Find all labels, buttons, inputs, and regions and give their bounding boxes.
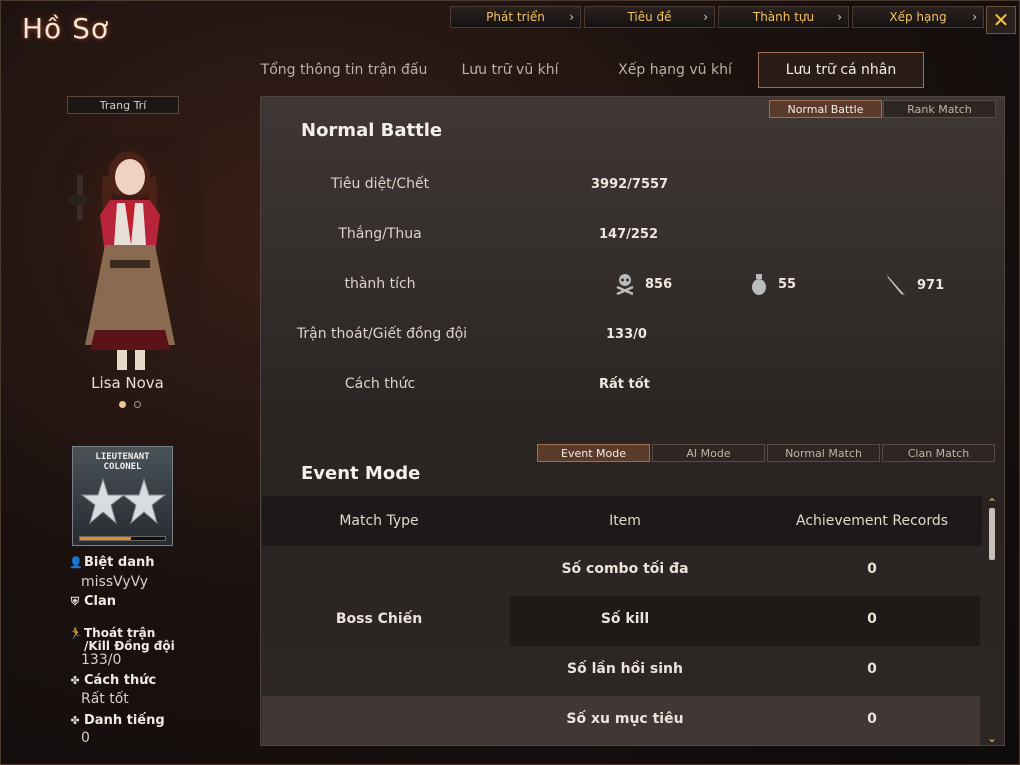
achievement-skull: 856 bbox=[615, 273, 672, 295]
event-mode-tab[interactable]: Event Mode bbox=[537, 444, 650, 462]
tab-weapon-ranking[interactable]: Xếp hạng vũ khí bbox=[605, 52, 745, 88]
scroll-up-icon[interactable]: ⌃ bbox=[985, 497, 999, 509]
achievement-label: thành tích bbox=[344, 276, 416, 292]
chevron-right-icon: › bbox=[569, 10, 574, 24]
fame-value: 0 bbox=[81, 730, 90, 746]
close-button[interactable]: ✕ bbox=[986, 6, 1016, 34]
kd-label: Tiêu diệt/Chết bbox=[330, 176, 430, 192]
rank-line-2: COLONEL bbox=[103, 462, 142, 472]
wl-label: Thắng/Thua bbox=[338, 226, 422, 242]
nickname-label-row: 👤 Biệt danh bbox=[69, 555, 155, 570]
clan-label-row: ⛨ Clan bbox=[69, 594, 116, 609]
record-cell: 0 bbox=[867, 661, 877, 677]
rank-match-toggle[interactable]: Rank Match bbox=[883, 100, 996, 118]
column-header-achievement: Achievement Records bbox=[795, 513, 949, 529]
desert-label-row: 🏃 Thoát trận/Kill Đồng đội bbox=[69, 627, 175, 653]
tab-weapon-records[interactable]: Lưu trữ vũ khí bbox=[440, 52, 580, 88]
user-icon: 👤 bbox=[69, 556, 83, 569]
develop-label: Phát triển bbox=[486, 10, 545, 24]
carousel-dot-active[interactable] bbox=[119, 401, 126, 408]
star-insignia-icon bbox=[81, 477, 166, 525]
record-cell: 0 bbox=[867, 711, 877, 727]
nickname-value: missVyVy bbox=[81, 574, 149, 590]
record-cell: 0 bbox=[867, 561, 877, 577]
character-name: Lisa Nova bbox=[91, 374, 164, 392]
scroll-down-icon[interactable]: ⌄ bbox=[985, 732, 999, 744]
wl-value: 147/252 bbox=[599, 227, 659, 242]
title-button[interactable]: Tiêu đề › bbox=[584, 6, 715, 28]
achievement-knife: 971 bbox=[885, 273, 944, 297]
table-scrollbar[interactable]: ⌃ ⌄ bbox=[985, 497, 999, 746]
item-cell: Số combo tối đa bbox=[561, 561, 689, 577]
rank-badge: LIEUTENANT COLONEL bbox=[72, 446, 173, 546]
record-cell: 0 bbox=[867, 611, 877, 627]
clan-icon: ⛨ bbox=[70, 594, 80, 608]
normal-match-tab[interactable]: Normal Match bbox=[767, 444, 880, 462]
skull-crossbones-icon bbox=[616, 274, 634, 295]
achievement-grenade: 55 bbox=[750, 273, 796, 295]
grenade-icon bbox=[752, 274, 766, 295]
stats-panel bbox=[260, 96, 1005, 746]
style-stat-label: Cách thức bbox=[344, 376, 416, 392]
item-cell: Số kill bbox=[600, 611, 650, 627]
knife-icon bbox=[887, 275, 905, 295]
clover-icon: ✤ bbox=[70, 714, 80, 727]
chevron-right-icon: › bbox=[972, 10, 977, 24]
close-icon: ✕ bbox=[992, 8, 1010, 32]
fame-label-row: ✤ Danh tiếng bbox=[69, 713, 165, 728]
achievement-knife-value: 971 bbox=[917, 277, 945, 293]
desert-stat-label: Trận thoát/Giết đồng đội bbox=[296, 326, 468, 342]
window-title: Hồ Sơ bbox=[22, 12, 109, 45]
character-portrait bbox=[55, 135, 205, 370]
tab-personal-records[interactable]: Lưu trữ cá nhân bbox=[758, 52, 924, 88]
desert-label-2: /Kill Đồng đội bbox=[84, 639, 175, 653]
rank-progress-bar bbox=[79, 536, 166, 541]
clover-icon: ✤ bbox=[70, 674, 80, 687]
style-value: Rất tốt bbox=[81, 691, 129, 707]
decorate-button[interactable]: Trang Trí bbox=[67, 96, 179, 114]
event-mode-title: Event Mode bbox=[301, 463, 421, 484]
clan-match-tab[interactable]: Clan Match bbox=[882, 444, 995, 462]
normal-battle-title: Normal Battle bbox=[301, 120, 443, 141]
style-stat-value: Rất tốt bbox=[599, 377, 650, 392]
kd-value: 3992/7557 bbox=[591, 177, 669, 192]
chevron-right-icon: › bbox=[837, 10, 842, 24]
clan-label: Clan bbox=[84, 594, 117, 609]
desert-value: 133/0 bbox=[81, 652, 122, 668]
ranking-label: Xếp hạng bbox=[889, 10, 947, 24]
achievement-label: Thành tựu bbox=[752, 10, 815, 24]
rank-line-1: LIEUTENANT bbox=[95, 452, 150, 462]
ai-mode-tab[interactable]: AI Mode bbox=[652, 444, 765, 462]
scrollbar-thumb[interactable] bbox=[989, 508, 995, 560]
column-header-item: Item bbox=[609, 513, 641, 529]
match-type-cell: Boss Chiến bbox=[335, 611, 423, 627]
normal-battle-toggle[interactable]: Normal Battle bbox=[769, 100, 882, 118]
chevron-right-icon: › bbox=[703, 10, 708, 24]
item-cell: Số lần hồi sinh bbox=[567, 661, 683, 677]
style-label: Cách thức bbox=[84, 673, 157, 688]
title-label: Tiêu đề bbox=[627, 10, 672, 24]
achievement-button[interactable]: Thành tựu › bbox=[718, 6, 849, 28]
tab-match-summary[interactable]: Tổng thông tin trận đấu bbox=[255, 52, 433, 88]
carousel-dot[interactable] bbox=[134, 401, 141, 408]
ranking-button[interactable]: Xếp hạng › bbox=[852, 6, 984, 28]
style-label-row: ✤ Cách thức bbox=[69, 673, 156, 688]
achievement-grenade-value: 55 bbox=[778, 276, 797, 292]
desert-label-1: Thoát trận bbox=[84, 626, 156, 640]
fame-label: Danh tiếng bbox=[84, 713, 165, 728]
running-man-icon: 🏃 bbox=[69, 627, 83, 640]
achievement-skull-value: 856 bbox=[645, 276, 673, 292]
nickname-label: Biệt danh bbox=[84, 555, 155, 570]
develop-button[interactable]: Phát triển › bbox=[450, 6, 581, 28]
item-cell: Số xu mục tiêu bbox=[566, 711, 684, 727]
rank-progress-fill bbox=[80, 537, 131, 540]
column-header-match-type: Match Type bbox=[339, 513, 419, 529]
desert-stat-value: 133/0 bbox=[606, 327, 647, 342]
